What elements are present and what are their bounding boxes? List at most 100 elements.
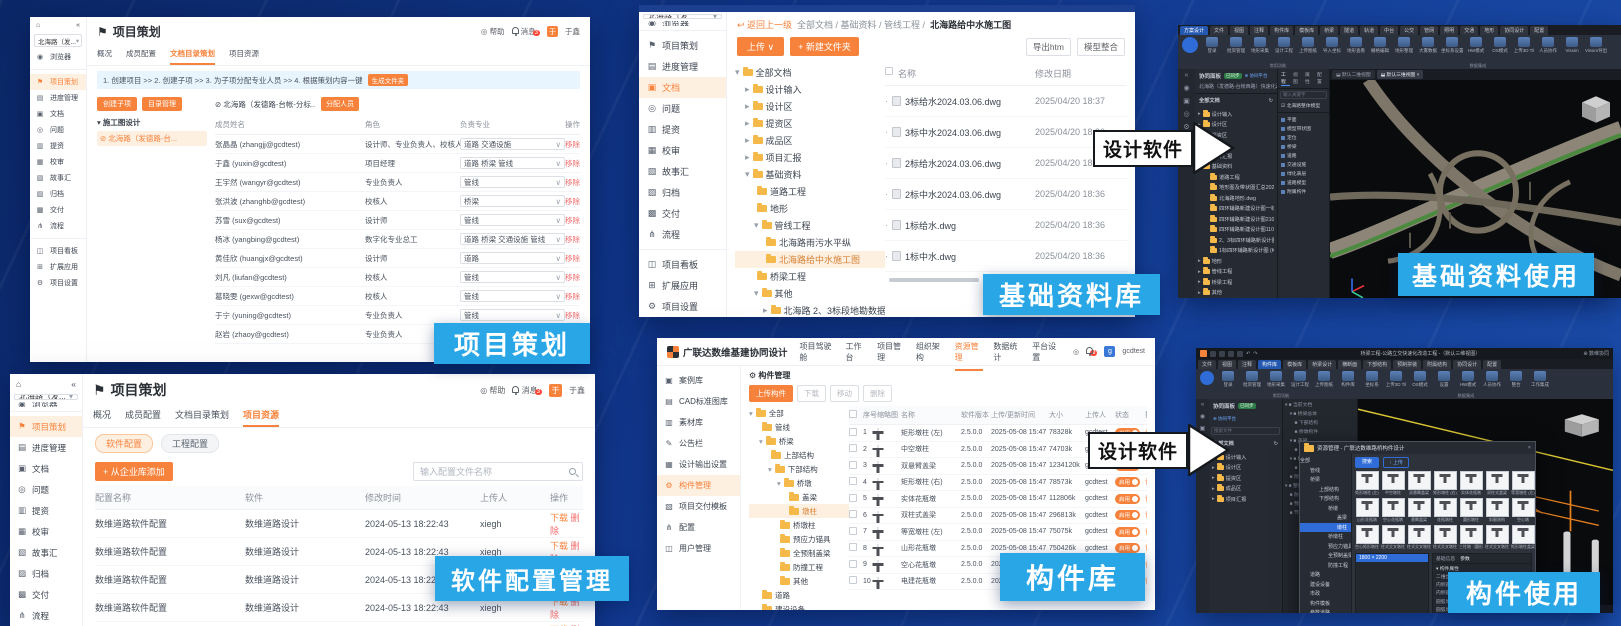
directory-manage-button[interactable]: 目录管理	[142, 97, 182, 111]
sidebar-item[interactable]: ⋔ 流程	[10, 605, 82, 626]
file-name[interactable]: 3标中水2024.03.06.dwg	[905, 126, 1031, 139]
component-card[interactable]: 悬臂盖梁	[1407, 498, 1431, 523]
tree-item[interactable]: 桥梁	[1300, 475, 1351, 485]
ribbon-tab[interactable]: 地形	[1480, 26, 1498, 35]
component-name[interactable]: 双悬臂盖梁	[901, 461, 961, 471]
ribbon-tab[interactable]: 模板库	[1295, 26, 1318, 35]
ribbon-tab[interactable]: 管网	[1420, 26, 1438, 35]
tree-item[interactable]: 全部	[1300, 456, 1351, 466]
major-select[interactable]: 道路 桥梁 管线∨	[460, 157, 565, 169]
component-name[interactable]: 矩形墩柱 (右)	[901, 477, 961, 487]
model-tab[interactable]: 配置	[1317, 71, 1326, 86]
breadcrumb-path[interactable]: 全部文档 / 基础资料 / 管线工程 /	[797, 18, 925, 31]
sidebar-item[interactable]: ⊞ 扩展应用	[30, 259, 86, 275]
major-select[interactable]: 道路∨	[460, 252, 565, 264]
component-card[interactable]: 圆形墩柱	[1459, 498, 1483, 523]
refresh-icon[interactable]: ↻	[1274, 441, 1278, 447]
component-thumbnail[interactable]	[877, 494, 879, 503]
sidebar-item[interactable]: ▨ 归档	[639, 182, 726, 203]
ribbon-tab[interactable]: 横断面	[1338, 360, 1361, 369]
ribbon-tab[interactable]: 协同设计	[1500, 26, 1528, 35]
tree-item[interactable]: ▸ 北海路 2、3标段地勘数据	[735, 302, 885, 317]
tab[interactable]: 文档目录策划	[170, 46, 215, 65]
tab[interactable]: 文档目录策划	[175, 406, 229, 427]
ribbon-button[interactable]: 坐标系设置	[1441, 37, 1463, 54]
model-root-item[interactable]: ☑ 北海路整体模型	[1278, 101, 1329, 110]
tab[interactable]: 成员配置	[125, 406, 161, 427]
tree-item[interactable]: ▸ 项目汇报	[1212, 494, 1279, 505]
tree-item[interactable]: 桥墩	[1300, 504, 1351, 514]
property-tab[interactable]: 参数	[1460, 555, 1470, 562]
tree-item[interactable]: 全预制盖梁	[1300, 551, 1351, 561]
sidebar-item[interactable]: ⋔ 流程	[639, 224, 726, 245]
upload-button[interactable]: ↑ 上传	[1383, 457, 1409, 468]
tree-chevron-icon[interactable]: ▸	[1198, 111, 1201, 117]
ribbon-button[interactable]: OS模式	[1489, 37, 1511, 54]
remove-link[interactable]: 移除	[565, 234, 580, 245]
tree-item[interactable]: 上部结构	[749, 448, 849, 462]
remove-link[interactable]: 移除	[565, 291, 580, 302]
file-name[interactable]: 3标给水2024.03.06.dwg	[905, 95, 1031, 108]
sidebar-item[interactable]: ▨ 归档	[10, 563, 82, 584]
ribbon-tab[interactable]: 轨道	[1360, 26, 1378, 35]
sidebar-item[interactable]: ▣ 文档	[639, 77, 726, 98]
component-card[interactable]: 柱式交叉墩柱2	[1407, 525, 1431, 550]
row-checkbox[interactable]	[849, 543, 857, 551]
ribbon-button[interactable]: 构件库	[1337, 371, 1359, 388]
ribbon-button[interactable]: 工作集成	[1529, 371, 1551, 388]
tree-item[interactable]: 1标四环辅路新设计图 (K0+000-K2+7...	[1198, 246, 1274, 257]
component-name[interactable]: 矩形墩柱 (左)	[901, 428, 961, 438]
toolbar-icon[interactable]	[1219, 351, 1225, 357]
tree-item[interactable]: 管线	[1300, 466, 1351, 476]
nav-item[interactable]: 平台设置	[1032, 341, 1061, 363]
row-checkbox[interactable]	[849, 527, 857, 535]
size-item-selected[interactable]: 1800 × 2200	[1356, 554, 1428, 562]
ribbon-tab[interactable]: 配置	[1530, 26, 1548, 35]
tree-chevron-icon[interactable]: ▾	[745, 169, 750, 180]
back-link[interactable]: ↩ 返回上一级	[737, 18, 792, 31]
sidebar-item[interactable]: ⚑ 项目策划	[30, 74, 86, 90]
tree-item[interactable]: 地形图及带状图汇总2025.4.12.dwg	[1198, 183, 1274, 194]
sidebar-item[interactable]: ◫ 项目看板	[639, 254, 726, 275]
sync-icon[interactable]: ◉	[1183, 84, 1189, 92]
sidebar-item[interactable]: ◎ 问题	[639, 98, 726, 119]
ribbon-button[interactable]: 上传图纸	[1297, 37, 1319, 54]
project-select[interactable]: 北海路（发...▾	[14, 394, 78, 400]
ribbon-button[interactable]: 批资管理	[1225, 37, 1247, 54]
tree-item[interactable]: 上部结构	[1300, 485, 1351, 495]
model-tree-item[interactable]: ▾ ■ 当前文档	[1285, 401, 1355, 410]
tree-chevron-icon[interactable]: ▾	[759, 437, 763, 446]
component-thumbnail[interactable]	[877, 478, 879, 487]
remove-link[interactable]: 移除	[565, 310, 580, 321]
app-menu-icon[interactable]	[1200, 371, 1214, 385]
layer-item[interactable]: 附属构件	[1278, 187, 1329, 196]
tree-item[interactable]: 盖梁	[1300, 513, 1351, 523]
component-card[interactable]: 柱式交叉墩柱	[1381, 525, 1405, 550]
ribbon-button[interactable]: 登录	[1201, 37, 1223, 54]
tree-chevron-icon[interactable]: ▸	[745, 101, 750, 112]
tree-item-active[interactable]: ⊘ 北海路（发德路-台...	[97, 131, 207, 146]
tree-item[interactable]: 北海路雨污水平纵	[735, 234, 885, 251]
component-card[interactable]: 实体花瓶墩	[1459, 471, 1483, 496]
ribbon-tab[interactable]: 中台	[1380, 26, 1398, 35]
sidebar-item-browser[interactable]: ◉ 浏览器	[10, 402, 82, 407]
ribbon-tab[interactable]: 构件库	[1258, 360, 1281, 369]
docs-root[interactable]: 全部文档	[1199, 97, 1220, 104]
tree-chevron-icon[interactable]: ▸	[1198, 258, 1201, 264]
pill[interactable]: 工程配置	[161, 434, 219, 453]
tree-chevron-icon[interactable]: ▾	[735, 67, 740, 78]
layer-item[interactable]: 平面	[1278, 115, 1329, 124]
ribbon-button[interactable]: 地形整理	[1393, 37, 1415, 54]
remove-link[interactable]: 移除	[565, 253, 580, 264]
tree-item[interactable]: 桥墩柱	[1300, 532, 1351, 542]
tree-item[interactable]: 其他	[749, 574, 849, 588]
tree-item[interactable]: 2、3标四环辅路新设计图(K2+740-K8...	[1198, 235, 1274, 246]
tree-chevron-icon[interactable]: ▸	[745, 118, 750, 129]
messages-link[interactable]: 消息3	[512, 26, 540, 37]
major-select[interactable]: 管线∨	[460, 290, 565, 302]
tree-chevron-icon[interactable]: ▸	[745, 84, 750, 95]
sync-icon[interactable]: ◉	[1200, 413, 1205, 420]
tree-item[interactable]: 四环辅路新建设计图210文件4：K2+7...	[1198, 214, 1274, 225]
tree-chevron-icon[interactable]: ▾	[749, 409, 753, 418]
sidebar-item[interactable]: ⚑ 项目策划	[10, 416, 82, 437]
